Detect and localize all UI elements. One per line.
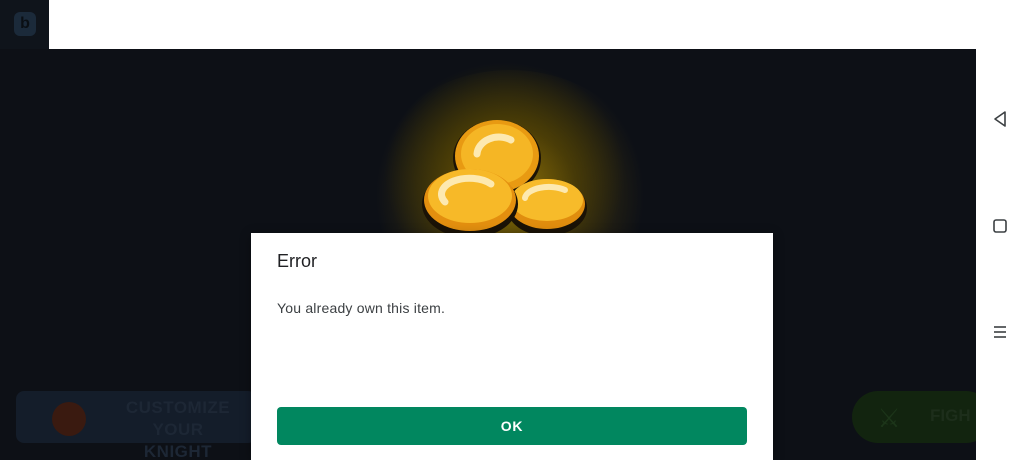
customize-knight-label-line2: KNIGHT — [143, 442, 213, 460]
recents-icon[interactable] — [986, 318, 1014, 346]
android-nav-bar — [976, 0, 1024, 460]
customize-knight-label: CUSTOMIZE YOUR KNIGHT — [98, 397, 258, 460]
ad-banner — [49, 0, 976, 49]
screen: b CUSTOMIZE YOUR KNIGHT ⚔ FIGH Error You… — [0, 0, 1024, 460]
error-dialog: Error You already own this item. OK — [251, 233, 773, 460]
home-icon[interactable] — [986, 212, 1014, 240]
dialog-message: You already own this item. — [277, 300, 446, 316]
coins-icon — [422, 120, 587, 238]
game-menu-icon[interactable]: b — [14, 12, 36, 36]
knight-icon — [52, 402, 86, 436]
ok-button[interactable]: OK — [277, 407, 747, 445]
fight-label: FIGH — [930, 406, 971, 425]
dialog-title: Error — [277, 251, 317, 271]
sword-icon: ⚔ — [877, 403, 901, 433]
game-top-strip: b — [0, 0, 49, 49]
customize-knight-label-line1: CUSTOMIZE YOUR — [125, 398, 231, 439]
back-icon[interactable] — [986, 105, 1014, 133]
